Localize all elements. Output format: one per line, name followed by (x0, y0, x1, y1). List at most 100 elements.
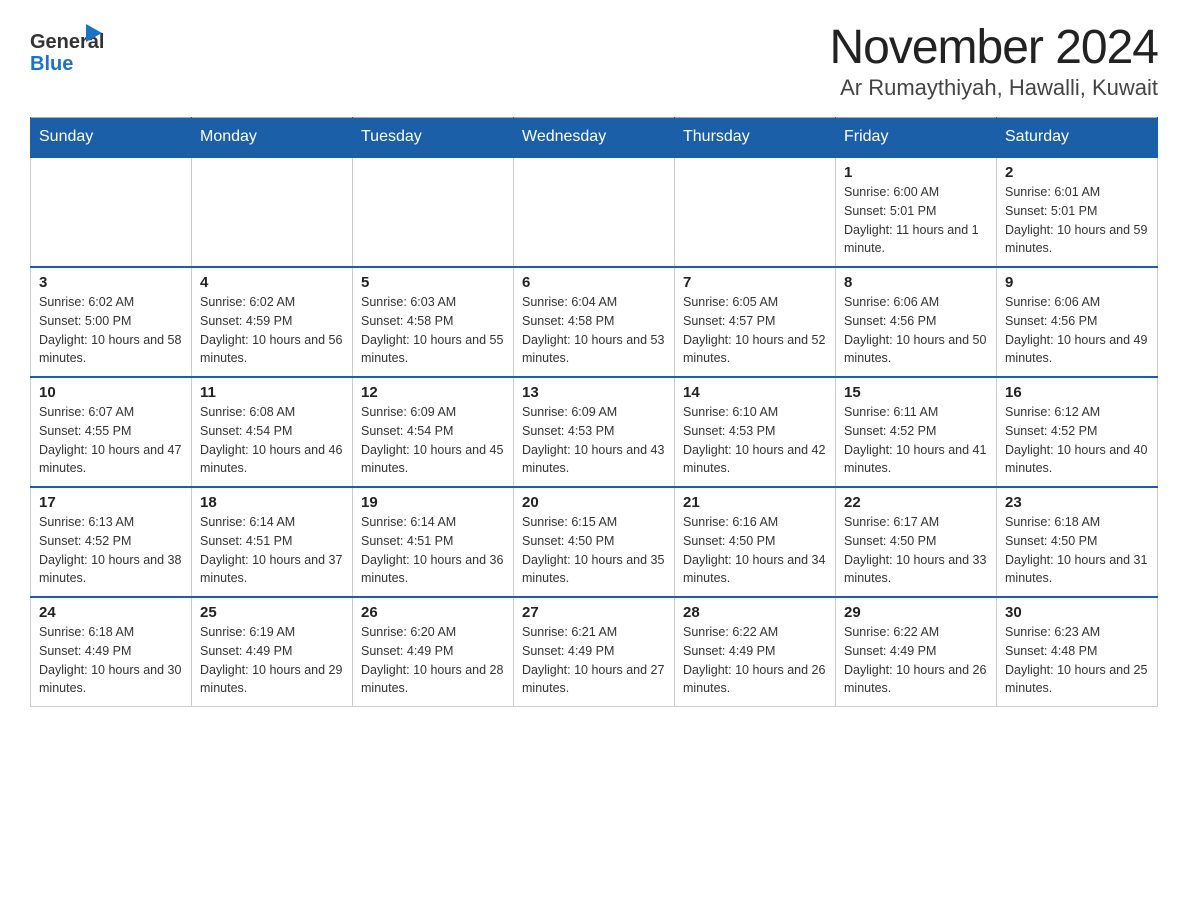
day-info: Sunrise: 6:04 AMSunset: 4:58 PMDaylight:… (522, 293, 666, 368)
day-info: Sunrise: 6:03 AMSunset: 4:58 PMDaylight:… (361, 293, 505, 368)
day-info: Sunrise: 6:14 AMSunset: 4:51 PMDaylight:… (361, 513, 505, 588)
calendar-cell: 14 Sunrise: 6:10 AMSunset: 4:53 PMDayligh… (675, 377, 836, 487)
week-row-5: 24 Sunrise: 6:18 AMSunset: 4:49 PMDayligh… (31, 597, 1158, 707)
day-number: 17 (39, 494, 183, 511)
calendar-cell (192, 157, 353, 267)
calendar-cell: 5 Sunrise: 6:03 AMSunset: 4:58 PMDaylight… (353, 267, 514, 377)
day-info: Sunrise: 6:15 AMSunset: 4:50 PMDaylight:… (522, 513, 666, 588)
day-info: Sunrise: 6:21 AMSunset: 4:49 PMDaylight:… (522, 623, 666, 698)
day-info: Sunrise: 6:02 AMSunset: 5:00 PMDaylight:… (39, 293, 183, 368)
calendar-cell: 19Sunrise: 6:14 AMSunset: 4:51 PMDayligh… (353, 487, 514, 597)
weekday-header-monday: Monday (192, 118, 353, 158)
calendar-cell: 22 Sunrise: 6:17 AMSunset: 4:50 PMDayligh… (836, 487, 997, 597)
calendar-cell: 16Sunrise: 6:12 AMSunset: 4:52 PMDayligh… (997, 377, 1158, 487)
calendar-cell: 8 Sunrise: 6:06 AMSunset: 4:56 PMDaylight… (836, 267, 997, 377)
day-number: 6 (522, 274, 666, 291)
day-number: 16 (1005, 384, 1149, 401)
weekday-header-friday: Friday (836, 118, 997, 158)
day-number: 26 (361, 604, 505, 621)
day-info: Sunrise: 6:01 AMSunset: 5:01 PMDaylight:… (1005, 183, 1149, 258)
calendar-cell: 30Sunrise: 6:23 AMSunset: 4:48 PMDayligh… (997, 597, 1158, 707)
calendar-cell: 24 Sunrise: 6:18 AMSunset: 4:49 PMDayligh… (31, 597, 192, 707)
calendar-cell: 10 Sunrise: 6:07 AMSunset: 4:55 PMDayligh… (31, 377, 192, 487)
day-number: 10 (39, 384, 183, 401)
calendar-cell: 3 Sunrise: 6:02 AMSunset: 5:00 PMDaylight… (31, 267, 192, 377)
calendar-cell (353, 157, 514, 267)
calendar-cell: 12Sunrise: 6:09 AMSunset: 4:54 PMDayligh… (353, 377, 514, 487)
calendar-cell (514, 157, 675, 267)
weekday-header-sunday: Sunday (31, 118, 192, 158)
day-info: Sunrise: 6:09 AMSunset: 4:53 PMDaylight:… (522, 403, 666, 478)
week-row-2: 3 Sunrise: 6:02 AMSunset: 5:00 PMDaylight… (31, 267, 1158, 377)
day-info: Sunrise: 6:00 AMSunset: 5:01 PMDaylight:… (844, 183, 988, 258)
weekday-header-wednesday: Wednesday (514, 118, 675, 158)
day-info: Sunrise: 6:17 AMSunset: 4:50 PMDaylight:… (844, 513, 988, 588)
day-info: Sunrise: 6:06 AMSunset: 4:56 PMDaylight:… (1005, 293, 1149, 368)
title-area: November 2024 Ar Rumaythiyah, Hawalli, K… (829, 20, 1158, 101)
calendar-cell: 9 Sunrise: 6:06 AMSunset: 4:56 PMDaylight… (997, 267, 1158, 377)
calendar-cell (675, 157, 836, 267)
calendar-cell: 1Sunrise: 6:00 AMSunset: 5:01 PMDaylight… (836, 157, 997, 267)
calendar-table: SundayMondayTuesdayWednesdayThursdayFrid… (30, 117, 1158, 707)
day-info: Sunrise: 6:06 AMSunset: 4:56 PMDaylight:… (844, 293, 988, 368)
day-number: 11 (200, 384, 344, 401)
day-number: 21 (683, 494, 827, 511)
calendar-cell: 17 Sunrise: 6:13 AMSunset: 4:52 PMDayligh… (31, 487, 192, 597)
day-number: 7 (683, 274, 827, 291)
day-number: 25 (200, 604, 344, 621)
calendar-cell: 4Sunrise: 6:02 AMSunset: 4:59 PMDaylight… (192, 267, 353, 377)
day-number: 2 (1005, 164, 1149, 181)
calendar-cell: 2 Sunrise: 6:01 AMSunset: 5:01 PMDaylight… (997, 157, 1158, 267)
calendar-cell: 27 Sunrise: 6:21 AMSunset: 4:49 PMDayligh… (514, 597, 675, 707)
calendar-cell: 7 Sunrise: 6:05 AMSunset: 4:57 PMDaylight… (675, 267, 836, 377)
day-info: Sunrise: 6:18 AMSunset: 4:50 PMDaylight:… (1005, 513, 1149, 588)
week-row-3: 10 Sunrise: 6:07 AMSunset: 4:55 PMDayligh… (31, 377, 1158, 487)
calendar-cell: 15 Sunrise: 6:11 AMSunset: 4:52 PMDayligh… (836, 377, 997, 487)
day-info: Sunrise: 6:20 AMSunset: 4:49 PMDaylight:… (361, 623, 505, 698)
day-info: Sunrise: 6:14 AMSunset: 4:51 PMDaylight:… (200, 513, 344, 588)
day-number: 23 (1005, 494, 1149, 511)
weekday-header-thursday: Thursday (675, 118, 836, 158)
calendar-cell: 23 Sunrise: 6:18 AMSunset: 4:50 PMDayligh… (997, 487, 1158, 597)
calendar-cell: 13 Sunrise: 6:09 AMSunset: 4:53 PMDayligh… (514, 377, 675, 487)
logo-text: General Blue (30, 20, 110, 85)
day-number: 18 (200, 494, 344, 511)
day-info: Sunrise: 6:13 AMSunset: 4:52 PMDaylight:… (39, 513, 183, 588)
day-info: Sunrise: 6:18 AMSunset: 4:49 PMDaylight:… (39, 623, 183, 698)
calendar-cell: 21 Sunrise: 6:16 AMSunset: 4:50 PMDayligh… (675, 487, 836, 597)
week-row-4: 17 Sunrise: 6:13 AMSunset: 4:52 PMDayligh… (31, 487, 1158, 597)
day-number: 13 (522, 384, 666, 401)
calendar-cell: 18 Sunrise: 6:14 AMSunset: 4:51 PMDayligh… (192, 487, 353, 597)
logo: General Blue (30, 20, 110, 85)
day-info: Sunrise: 6:22 AMSunset: 4:49 PMDaylight:… (844, 623, 988, 698)
week-row-1: 1Sunrise: 6:00 AMSunset: 5:01 PMDaylight… (31, 157, 1158, 267)
day-info: Sunrise: 6:16 AMSunset: 4:50 PMDaylight:… (683, 513, 827, 588)
day-info: Sunrise: 6:02 AMSunset: 4:59 PMDaylight:… (200, 293, 344, 368)
day-info: Sunrise: 6:09 AMSunset: 4:54 PMDaylight:… (361, 403, 505, 478)
page-header: General Blue November 2024 Ar Rumaythiya… (30, 20, 1158, 101)
day-number: 27 (522, 604, 666, 621)
calendar-cell: 6 Sunrise: 6:04 AMSunset: 4:58 PMDaylight… (514, 267, 675, 377)
day-number: 28 (683, 604, 827, 621)
calendar-cell (31, 157, 192, 267)
day-info: Sunrise: 6:19 AMSunset: 4:49 PMDaylight:… (200, 623, 344, 698)
day-info: Sunrise: 6:11 AMSunset: 4:52 PMDaylight:… (844, 403, 988, 478)
day-info: Sunrise: 6:23 AMSunset: 4:48 PMDaylight:… (1005, 623, 1149, 698)
day-number: 3 (39, 274, 183, 291)
day-number: 9 (1005, 274, 1149, 291)
day-number: 22 (844, 494, 988, 511)
day-number: 20 (522, 494, 666, 511)
day-info: Sunrise: 6:07 AMSunset: 4:55 PMDaylight:… (39, 403, 183, 478)
day-info: Sunrise: 6:10 AMSunset: 4:53 PMDaylight:… (683, 403, 827, 478)
day-number: 14 (683, 384, 827, 401)
day-info: Sunrise: 6:22 AMSunset: 4:49 PMDaylight:… (683, 623, 827, 698)
calendar-cell: 29Sunrise: 6:22 AMSunset: 4:49 PMDayligh… (836, 597, 997, 707)
calendar-cell: 25 Sunrise: 6:19 AMSunset: 4:49 PMDayligh… (192, 597, 353, 707)
day-info: Sunrise: 6:05 AMSunset: 4:57 PMDaylight:… (683, 293, 827, 368)
day-number: 15 (844, 384, 988, 401)
month-title: November 2024 (829, 20, 1158, 75)
day-number: 5 (361, 274, 505, 291)
day-number: 24 (39, 604, 183, 621)
svg-text:Blue: Blue (30, 53, 73, 75)
day-number: 8 (844, 274, 988, 291)
